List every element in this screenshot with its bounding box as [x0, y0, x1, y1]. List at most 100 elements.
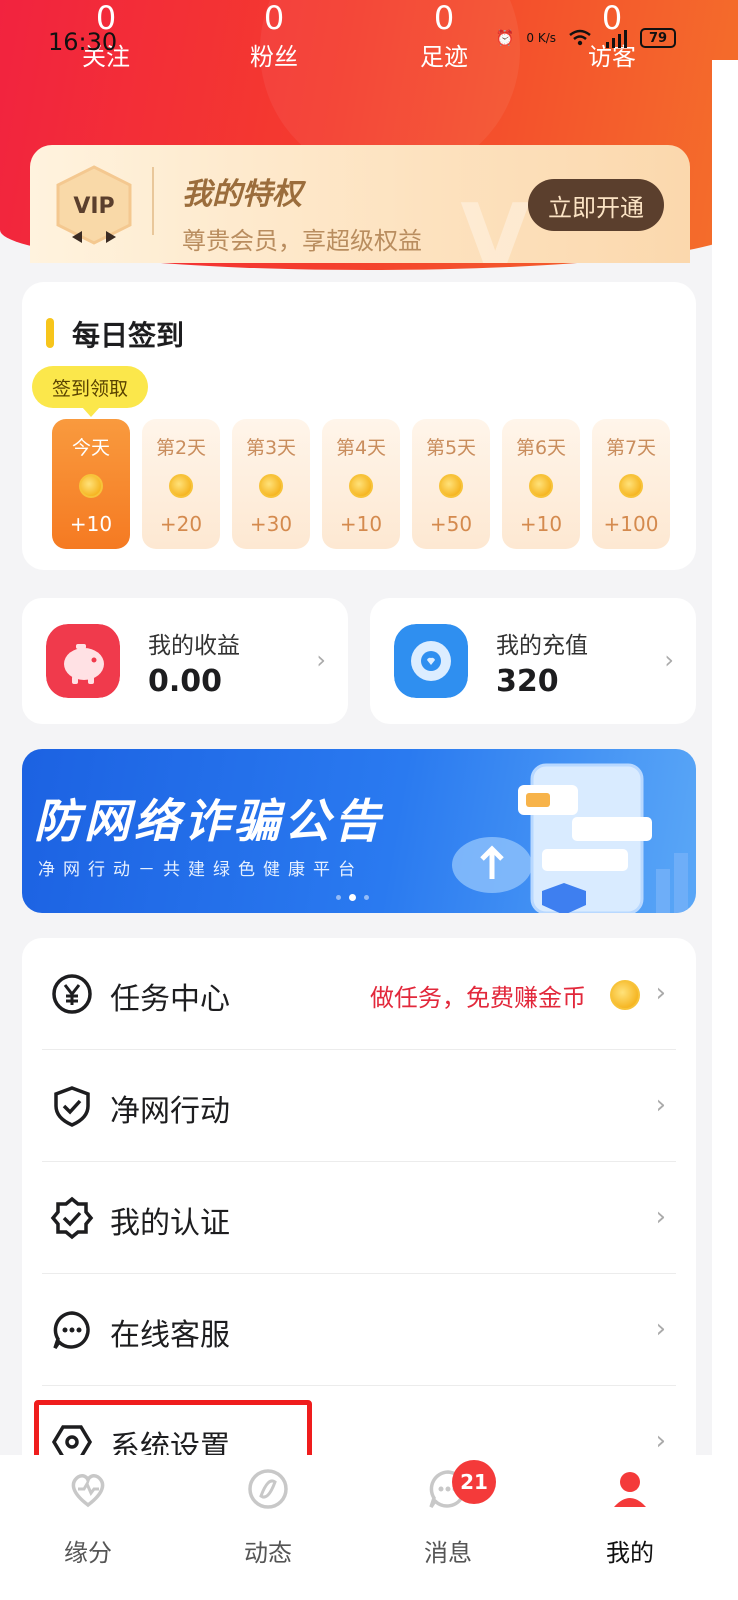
- my-earnings-label: 我的收益: [148, 633, 240, 659]
- tab-mine[interactable]: 我的: [570, 1467, 690, 1568]
- user-icon: [614, 1472, 646, 1507]
- menu-item-task-center[interactable]: 任务中心 做任务，免费赚金币 ›: [22, 938, 696, 1050]
- vip-divider: [152, 167, 154, 235]
- checkin-day-6[interactable]: 第6天 +10: [502, 419, 580, 549]
- tab-feed[interactable]: 动态: [208, 1467, 328, 1568]
- coin-icon: [529, 474, 553, 498]
- checkin-day-4[interactable]: 第4天 +10: [322, 419, 400, 549]
- vip-badge-text: VIP: [73, 194, 114, 219]
- status-time: 16:30: [48, 28, 118, 56]
- tab-label: 消息: [424, 1539, 472, 1567]
- checkin-day-reward: +30: [249, 512, 293, 536]
- checkin-day-reward: +20: [159, 512, 203, 536]
- shield-check-icon: [54, 1086, 90, 1127]
- checkin-day-reward: +50: [429, 512, 473, 536]
- tab-match[interactable]: 缘分: [28, 1467, 148, 1568]
- my-earnings-card[interactable]: 我的收益 0.00 ›: [22, 598, 348, 724]
- status-bar: 16:30 ⏰ 0 K/s 79: [0, 26, 738, 60]
- profile-page: 0 关注 0 粉丝 0 足迹 0 访客 16:30 ⏰ 0 K/s 79 V V…: [0, 0, 738, 1600]
- menu-item-online-support[interactable]: 在线客服 ›: [22, 1274, 696, 1386]
- status-icons: ⏰ 0 K/s 79: [496, 28, 676, 48]
- tab-label: 动态: [244, 1539, 292, 1567]
- tab-label: 我的: [606, 1539, 654, 1567]
- checkin-day-label: 第5天: [425, 437, 477, 459]
- menu-item-label: 在线客服: [110, 1318, 230, 1353]
- menu-item-label: 我的认证: [110, 1206, 230, 1241]
- checkin-title-accent: [46, 318, 54, 348]
- recharge-icon: [394, 624, 468, 698]
- checkin-day-label: 第2天: [155, 437, 207, 459]
- compass-icon: [248, 1469, 288, 1509]
- chevron-right-icon: ›: [655, 1426, 666, 1456]
- gold-coin-icon: [610, 980, 640, 1010]
- checkin-day-label: 第3天: [245, 437, 297, 459]
- vip-badge-icon: VIP: [56, 165, 132, 245]
- tab-label: 缘分: [64, 1539, 112, 1567]
- checkin-day-reward: +10: [69, 512, 113, 536]
- menu-item-label: 净网行动: [110, 1094, 230, 1129]
- coin-icon: [349, 474, 373, 498]
- checkin-day-5[interactable]: 第5天 +50: [412, 419, 490, 549]
- my-recharge-card[interactable]: 我的充值 320 ›: [370, 598, 696, 724]
- chevron-right-icon: ›: [316, 646, 326, 674]
- pagination-dot: [364, 895, 369, 900]
- pagination-dot-active: [349, 894, 356, 901]
- my-recharge-label: 我的充值: [496, 633, 588, 659]
- coin-icon: [79, 474, 103, 498]
- right-edge-strip: [712, 60, 738, 1600]
- wifi-icon: [569, 29, 591, 46]
- menu-item-my-auth[interactable]: 我的认证 ›: [22, 1162, 696, 1274]
- anti-fraud-banner[interactable]: 防网络诈骗公告 净网行动－共建绿色健康平台: [22, 749, 696, 913]
- vip-watermark-decoration: V: [460, 185, 530, 263]
- verified-badge-icon: [50, 1196, 94, 1240]
- heart-icon: [71, 1474, 105, 1508]
- banner-title: 防网络诈骗公告: [34, 794, 384, 848]
- checkin-day-7[interactable]: 第7天 +100: [592, 419, 670, 549]
- my-recharge-value: 320: [496, 664, 559, 699]
- checkin-day-3[interactable]: 第3天 +30: [232, 419, 310, 549]
- checkin-day-label: 第6天: [515, 437, 567, 459]
- banner-pagination: [336, 894, 369, 901]
- checkin-day-reward: +10: [339, 512, 383, 536]
- messages-unread-badge: 21: [452, 1460, 496, 1504]
- vip-privilege-card[interactable]: V VIP 我的特权 尊贵会员，享超级权益 立即开通: [30, 145, 690, 263]
- checkin-day-1[interactable]: 今天 +10: [52, 419, 130, 549]
- menu-item-clean-net[interactable]: 净网行动 ›: [22, 1050, 696, 1162]
- chat-bubble-icon: [53, 1311, 90, 1349]
- chevron-right-icon: ›: [655, 1202, 666, 1232]
- chevron-right-icon: ›: [655, 978, 666, 1008]
- bottom-tab-bar: 缘分 动态 消息 我的: [0, 1455, 738, 1600]
- vip-subtitle: 尊贵会员，享超级权益: [182, 227, 422, 255]
- checkin-claim-tag[interactable]: 签到领取: [32, 366, 149, 417]
- banner-subtitle: 净网行动－共建绿色健康平台: [38, 860, 363, 880]
- menu-item-label: 任务中心: [110, 982, 230, 1017]
- vip-title: 我的特权: [182, 177, 302, 212]
- battery-indicator: 79: [640, 28, 676, 48]
- coin-icon: [259, 474, 283, 498]
- piggy-bank-icon: [46, 624, 120, 698]
- coin-icon: [619, 474, 643, 498]
- checkin-day-label: 第7天: [605, 437, 657, 459]
- task-promo-text: 做任务，免费赚金币: [370, 984, 586, 1012]
- daily-checkin-card: 每日签到 今天 +10 第2天 +20 第3天 +30 第4天 +10 第5天 …: [22, 282, 696, 570]
- checkin-days: 今天 +10 第2天 +20 第3天 +30 第4天 +10 第5天 +50 第…: [52, 419, 670, 549]
- signal-icon: [606, 30, 627, 48]
- coin-icon: [169, 474, 193, 498]
- coin-icon: [439, 474, 463, 498]
- checkin-day-label: 第4天: [335, 437, 387, 459]
- yen-coin-icon: [52, 974, 92, 1014]
- pagination-dot: [336, 895, 341, 900]
- checkin-day-2[interactable]: 第2天 +20: [142, 419, 220, 549]
- checkin-day-reward: +10: [519, 512, 563, 536]
- checkin-day-label: 今天: [71, 437, 110, 459]
- alarm-icon: ⏰: [495, 29, 515, 47]
- phone-illustration: [452, 763, 688, 913]
- chevron-right-icon: ›: [655, 1314, 666, 1344]
- chevron-right-icon: ›: [655, 1090, 666, 1120]
- network-speed: 0 K/s: [526, 31, 556, 45]
- my-earnings-value: 0.00: [148, 664, 223, 699]
- chevron-right-icon: ›: [664, 646, 674, 674]
- checkin-day-reward: +100: [603, 512, 659, 536]
- checkin-title: 每日签到: [72, 319, 185, 352]
- vip-open-button[interactable]: 立即开通: [528, 179, 664, 231]
